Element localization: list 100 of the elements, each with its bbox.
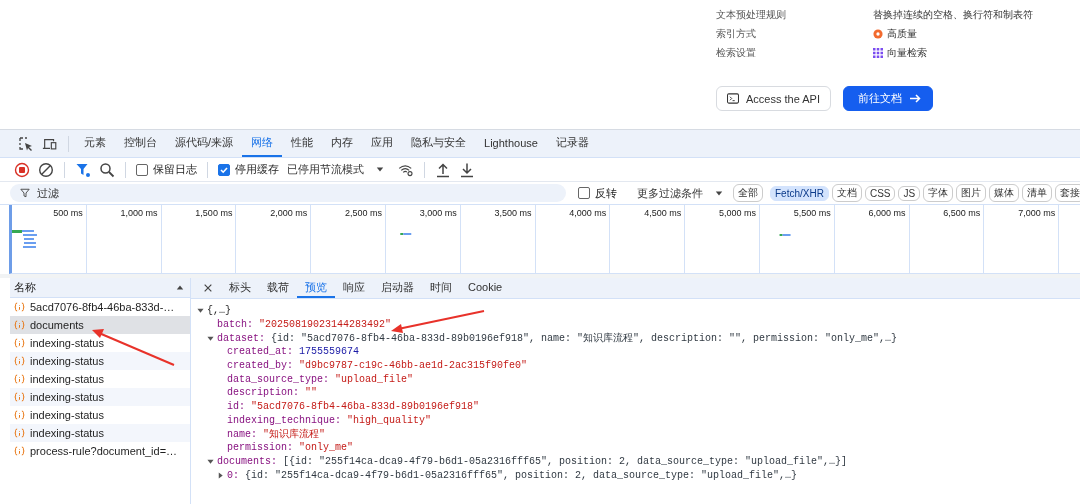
json-icon <box>14 428 25 438</box>
time-tick-label: 2,500 ms <box>344 208 382 218</box>
json-icon <box>14 356 25 366</box>
time-tick-label: 2,000 ms <box>270 208 308 218</box>
time-tick-label: 7,000 ms <box>1018 208 1056 218</box>
json-icon <box>14 392 25 402</box>
panel-tab[interactable]: 控制台 <box>115 130 166 157</box>
filter-field[interactable]: 过滤 <box>10 184 566 202</box>
type-filter-chip[interactable]: 媒体 <box>989 184 1020 202</box>
docs-button[interactable]: 前往文档 <box>843 86 933 111</box>
time-tick-label: 500 ms <box>53 208 83 218</box>
json-icon <box>14 302 25 312</box>
panel-tab[interactable]: Lighthouse <box>475 130 547 157</box>
json-icon <box>14 338 25 348</box>
json-icon <box>14 320 25 330</box>
grid-icon <box>873 48 883 58</box>
json-property: id: "5acd7076-8fb4-46ba-833d-89b0196ef918" <box>227 401 480 413</box>
json-property: documents: [{id: "255f14ca-dca9-4f79-b6d1-05a2316fff65", position: 2, data_source_type: "upload_file",…}] <box>217 455 848 467</box>
request-row[interactable]: indexing-status <box>10 406 190 424</box>
request-row[interactable]: 5acd7076-8fb4-46ba-833d-… <box>10 298 190 316</box>
filter-icon[interactable] <box>75 161 91 178</box>
panel-tab[interactable]: 隐私与安全 <box>402 130 476 157</box>
panel-tab[interactable]: 性能 <box>282 130 323 157</box>
time-tick-label: 5,500 ms <box>793 208 831 218</box>
checkbox[interactable] <box>136 163 148 176</box>
quality-icon <box>873 29 883 39</box>
time-tick-label: 5,000 ms <box>718 208 756 218</box>
expanded-caret-icon[interactable] <box>207 334 214 342</box>
json-property: created_at: 1755559674 <box>227 346 360 358</box>
detail-tab[interactable]: Cookie <box>460 278 511 298</box>
detail-tab[interactable]: 时间 <box>422 278 460 298</box>
detail-tab[interactable]: 载荷 <box>259 278 297 298</box>
setting-value: 高质量 <box>887 27 917 41</box>
request-row[interactable]: documents <box>10 316 190 334</box>
json-icon <box>14 374 25 384</box>
json-property: created_by: "d9bc9787-c19c-46bb-ae1d-2ac315f90fe0" <box>227 360 528 372</box>
type-filter-chip[interactable]: 全部 <box>733 184 763 202</box>
json-property: permission: "only_me" <box>227 442 354 454</box>
json-property: batch: "20250819023144283492" <box>217 319 392 331</box>
checkbox[interactable] <box>578 187 590 199</box>
type-filter-chip[interactable]: JS <box>898 185 921 201</box>
json-property: data_source_type: "upload_file" <box>227 373 414 385</box>
request-row[interactable]: indexing-status <box>10 370 190 388</box>
json-icon <box>14 446 25 456</box>
sort-icon[interactable] <box>176 285 184 290</box>
detail-tab[interactable]: 预览 <box>297 278 335 298</box>
detail-tab[interactable]: 响应 <box>335 278 373 298</box>
type-filter-chip[interactable]: CSS <box>864 185 896 201</box>
request-row[interactable]: indexing-status <box>10 388 190 406</box>
time-tick-label: 3,000 ms <box>419 208 457 218</box>
time-tick-label: 1,500 ms <box>195 208 233 218</box>
checkbox-label: 反转 <box>595 185 617 201</box>
type-filter-chip[interactable]: 清单 <box>1022 184 1053 202</box>
arrow-right-icon <box>909 93 921 104</box>
detail-tab[interactable]: 标头 <box>221 278 259 298</box>
time-tick-label: 1,000 ms <box>120 208 158 218</box>
json-property: dataset: {id: "5acd7076-8fb4-46ba-833d-89b0196ef918", name: "知识库流程", description: "", permission: "only_me",…} <box>217 331 898 346</box>
type-filter-chip[interactable]: 套接 <box>1055 184 1080 202</box>
search-icon[interactable] <box>99 161 115 178</box>
panel-tab[interactable]: 元素 <box>75 130 115 157</box>
setting-label: 索引方式 <box>716 27 757 41</box>
caret-icon <box>376 167 384 172</box>
request-row[interactable]: indexing-status <box>10 352 190 370</box>
type-filter-chip[interactable]: 图片 <box>956 184 987 202</box>
terminal-icon <box>727 93 739 104</box>
throttling-dropdown[interactable]: 已停用节流模式 <box>283 162 388 177</box>
type-filter-chip[interactable]: Fetch/XHR <box>770 185 829 201</box>
download-icon[interactable] <box>459 161 475 178</box>
panel-tab[interactable]: 源代码/来源 <box>166 130 243 157</box>
time-tick-label: 6,000 ms <box>868 208 906 218</box>
time-tick-label: 4,500 ms <box>644 208 682 218</box>
inspect-icon[interactable] <box>18 135 34 152</box>
upload-icon[interactable] <box>435 161 451 178</box>
request-row[interactable]: indexing-status <box>10 334 190 352</box>
request-row[interactable]: indexing-status <box>10 424 190 442</box>
setting-value: 向量检索 <box>887 46 927 60</box>
panel-tab[interactable]: 网络 <box>242 130 283 157</box>
record-icon[interactable] <box>14 161 30 178</box>
type-filter-chip[interactable]: 文档 <box>831 184 862 202</box>
time-tick-label: 3,500 ms <box>494 208 532 218</box>
column-header[interactable]: 名称 <box>14 280 36 295</box>
detail-tab[interactable]: 启动器 <box>373 278 422 298</box>
filter-icon <box>20 188 30 198</box>
close-icon[interactable] <box>203 283 213 293</box>
access-api-button[interactable]: Access the API <box>716 86 831 111</box>
expanded-caret-icon[interactable] <box>207 457 214 465</box>
time-tick-label: 4,000 ms <box>569 208 607 218</box>
checkbox[interactable] <box>218 163 230 176</box>
panel-tab[interactable]: 应用 <box>362 130 403 157</box>
caret-icon <box>715 190 723 196</box>
collapsed-caret-icon[interactable] <box>217 471 224 479</box>
clear-icon[interactable] <box>38 161 54 178</box>
more-filters-dropdown[interactable]: 更多过滤条件 <box>633 185 727 201</box>
panel-tab[interactable]: 记录器 <box>546 130 598 157</box>
setting-value: 替换掉连续的空格、换行符和制表符 <box>873 8 1033 22</box>
request-row[interactable]: process-rule?document_id=… <box>10 442 190 460</box>
type-filter-chip[interactable]: 字体 <box>923 184 954 202</box>
panel-tab[interactable]: 内存 <box>322 130 363 157</box>
time-tick-label: 6,500 ms <box>943 208 981 218</box>
expanded-caret-icon[interactable] <box>197 307 204 315</box>
